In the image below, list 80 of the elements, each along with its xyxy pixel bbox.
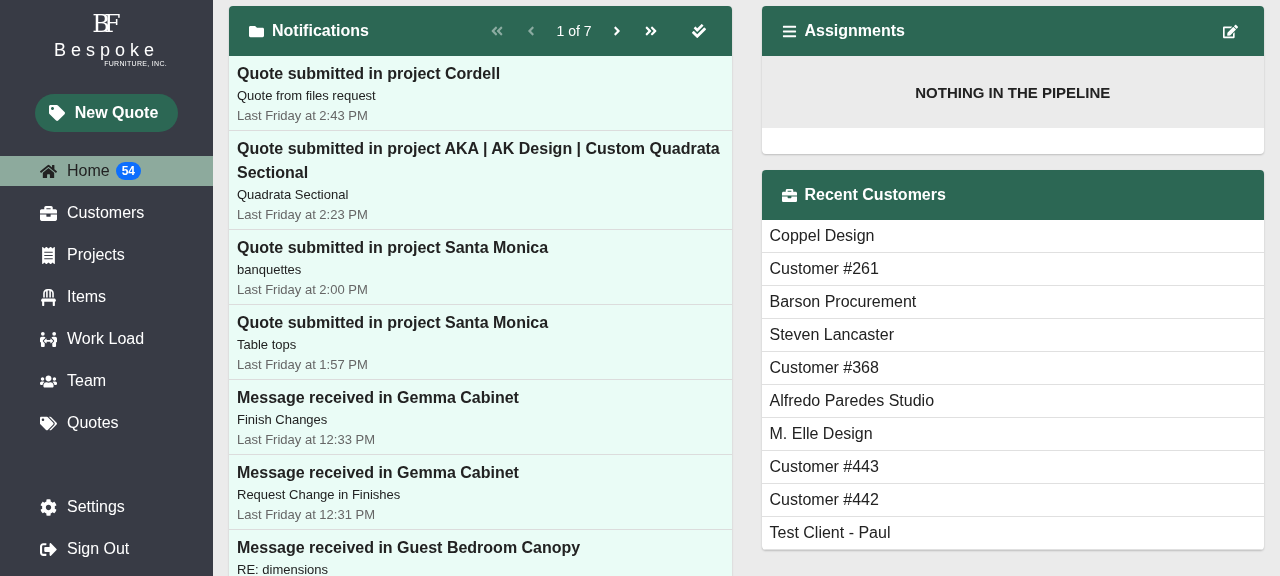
sidebar-item[interactable]: Quotes xyxy=(0,408,213,438)
new-quote-button[interactable]: New Quote xyxy=(34,94,179,132)
notification-item[interactable]: Quote submitted in project Santa Monica banquettes Last Friday at 2:00 PM xyxy=(229,230,732,305)
notification-subtitle: Request Change in Finishes xyxy=(237,486,402,504)
sign-out-icon xyxy=(40,540,57,558)
notification-item[interactable]: Message received in Gemma Cabinet Finish Changes Last Friday at 12:33 PM xyxy=(229,380,732,455)
sidebar-item[interactable]: Work Load xyxy=(0,324,213,354)
tag-icon xyxy=(48,105,65,121)
page-indicator: 1 of 7 xyxy=(555,23,593,39)
empty-message: NOTHING IN THE PIPELINE xyxy=(761,56,1264,128)
sidebar-item-label: Customers xyxy=(67,204,145,222)
count-badge: 54 xyxy=(115,162,142,180)
home-icon xyxy=(40,162,57,180)
sidebar-item-label: Work Load xyxy=(67,330,145,348)
sidebar-item[interactable]: Home 54 xyxy=(0,156,213,186)
notification-title: Quote submitted in project AKA | AK Design | Custom Quadrata Sectional xyxy=(237,139,721,183)
customer-row[interactable]: Steven Lancaster xyxy=(761,319,1264,352)
notification-title: Message received in Gemma Cabinet xyxy=(237,388,520,408)
card-title: Assignments xyxy=(804,22,906,40)
sidebar-item[interactable]: Customers xyxy=(0,198,213,228)
tags-icon xyxy=(40,414,57,432)
sidebar-item-label: Items xyxy=(67,288,107,306)
sidebar-item[interactable]: Sign Out xyxy=(0,534,213,564)
briefcase-icon xyxy=(40,204,57,222)
briefcase-icon xyxy=(781,187,797,203)
double-check-icon xyxy=(691,24,706,38)
notification-title: Message received in Gemma Cabinet xyxy=(237,463,520,483)
notification-subtitle: Quadrata Sectional xyxy=(237,186,350,204)
folder-icon xyxy=(249,23,264,39)
customer-row[interactable]: Barson Procurement xyxy=(761,286,1264,319)
notification-time: Last Friday at 12:31 PM xyxy=(237,506,376,524)
notification-item[interactable]: Quote submitted in project Santa Monica Table tops Last Friday at 1:57 PM xyxy=(229,305,732,380)
notification-subtitle: banquettes xyxy=(237,261,303,279)
sidebar-item[interactable]: Settings xyxy=(0,492,213,522)
list-icon xyxy=(781,23,797,39)
people-arrows-icon xyxy=(40,330,57,348)
notification-subtitle: Quote from files request xyxy=(237,87,377,105)
notification-item[interactable]: Quote submitted in project Cordell Quote from files request Last Friday at 2:43 PM xyxy=(229,56,732,131)
notification-item[interactable]: Quote submitted in project AKA | AK Design | Custom Quadrata Sectional Quadrata Sectional Last Friday at 2:23 PM xyxy=(229,131,732,230)
notification-time: Last Friday at 2:23 PM xyxy=(237,206,369,224)
card-title: Notifications xyxy=(272,22,370,40)
notification-time: Last Friday at 2:43 PM xyxy=(237,107,369,125)
notification-title: Quote submitted in project Santa Monica xyxy=(237,238,550,258)
customer-row[interactable]: Customer #261 xyxy=(761,253,1264,286)
card-title: Recent Customers xyxy=(804,186,947,204)
sidebar-item-label: Sign Out xyxy=(67,540,130,558)
notification-subtitle: Table tops xyxy=(237,336,298,354)
customer-row[interactable]: M. Elle Design xyxy=(761,418,1264,451)
chair-icon xyxy=(40,288,57,306)
sidebar-item-label: Team xyxy=(67,372,107,390)
settings-icon xyxy=(40,498,57,516)
double-chevron-right-icon xyxy=(643,24,658,38)
notification-title: Quote submitted in project Santa Monica xyxy=(237,313,550,333)
notification-subtitle: Finish Changes xyxy=(237,411,329,429)
notification-subtitle: RE: dimensions xyxy=(237,561,330,576)
notification-item[interactable]: Message received in Guest Bedroom Canopy RE: dimensions xyxy=(229,530,732,576)
notification-time: Last Friday at 2:00 PM xyxy=(237,281,369,299)
receipt-icon xyxy=(40,246,57,264)
notification-item[interactable]: Message received in Gemma Cabinet Request Change in Finishes Last Friday at 12:31 PM xyxy=(229,455,732,530)
sidebar-item-label: Quotes xyxy=(67,414,119,432)
sidebar-item[interactable]: Items xyxy=(0,282,213,312)
notification-time: Last Friday at 12:33 PM xyxy=(237,431,376,449)
notification-time: Last Friday at 1:57 PM xyxy=(237,356,369,374)
customer-row[interactable]: Customer #368 xyxy=(761,352,1264,385)
double-chevron-left-icon xyxy=(490,24,505,38)
notification-title: Quote submitted in project Cordell xyxy=(237,64,502,84)
sidebar-item-label: Home xyxy=(67,162,110,180)
logo-name: Bespoke xyxy=(53,40,160,60)
customer-row[interactable]: Coppel Design xyxy=(761,220,1264,253)
customer-row[interactable]: Customer #443 xyxy=(761,451,1264,484)
notification-title: Message received in Guest Bedroom Canopy xyxy=(237,538,582,558)
edit-icon xyxy=(1223,23,1238,39)
sidebar-item-label: Settings xyxy=(67,498,125,516)
customer-row[interactable]: Alfredo Paredes Studio xyxy=(761,385,1264,418)
sidebar-item-label: Projects xyxy=(67,246,125,264)
customer-row[interactable]: Customer #442 xyxy=(761,484,1264,517)
sidebar-item[interactable]: Projects xyxy=(0,240,213,270)
sidebar-item[interactable]: Team xyxy=(0,366,213,396)
customer-row[interactable]: Test Client - Paul xyxy=(761,517,1264,550)
logo-monogram: BF xyxy=(92,12,117,36)
